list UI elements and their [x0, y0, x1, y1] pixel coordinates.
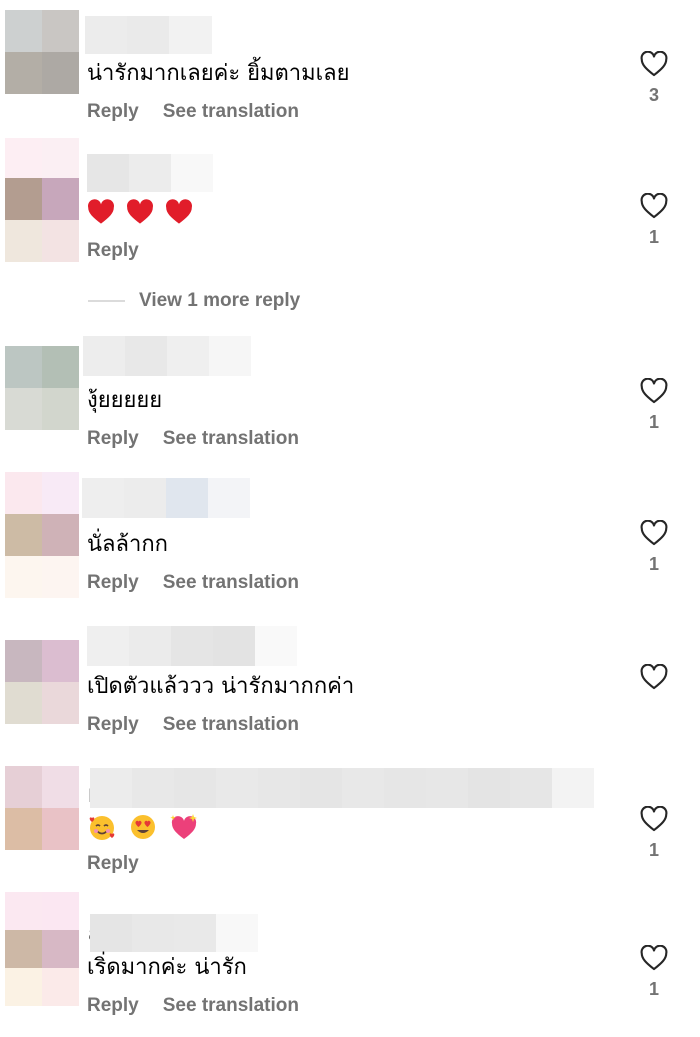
reply-button[interactable]: Reply	[87, 240, 139, 262]
heart-outline-icon[interactable]	[640, 806, 668, 832]
comment-emojis	[87, 812, 203, 842]
comment-actions: Reply	[87, 240, 139, 262]
avatar[interactable]	[5, 10, 79, 94]
heart-eyes-emoji	[131, 815, 155, 839]
reply-button[interactable]: Reply	[87, 853, 139, 875]
like-count: 1	[648, 979, 659, 999]
see-translation-button[interactable]: See translation	[163, 428, 299, 450]
comment-actions: Reply See translation	[87, 995, 299, 1017]
heart-emoji	[166, 199, 192, 224]
avatar[interactable]	[5, 766, 79, 850]
avatar[interactable]	[5, 640, 79, 724]
like-control: 1	[638, 945, 670, 1000]
avatar[interactable]	[5, 138, 79, 262]
avatar[interactable]	[5, 472, 79, 598]
username-blurred[interactable]	[85, 16, 212, 54]
heart-emoji	[127, 199, 153, 224]
see-translation-button[interactable]: See translation	[163, 101, 299, 123]
comment-actions: Reply See translation	[87, 572, 299, 594]
comment-actions: Reply See translation	[87, 101, 299, 123]
heart-emoji	[88, 199, 114, 224]
avatar[interactable]	[5, 892, 79, 1006]
like-count: 1	[648, 554, 659, 574]
comment-actions: Reply See translation	[87, 428, 299, 450]
comment-actions: Reply	[87, 853, 139, 875]
heart-outline-icon[interactable]	[640, 193, 668, 219]
heart-outline-icon[interactable]	[640, 378, 668, 404]
view-more-replies-label: View 1 more reply	[139, 290, 301, 311]
see-translation-button[interactable]: See translation	[163, 572, 299, 594]
comment-emojis	[87, 199, 197, 225]
comment-text: นั่ลล้ากก	[87, 532, 168, 557]
reply-button[interactable]: Reply	[87, 714, 139, 736]
like-control: 1	[638, 378, 670, 433]
username-blurred[interactable]	[82, 478, 250, 518]
username-blurred[interactable]	[83, 336, 251, 376]
heart-outline-icon[interactable]	[640, 945, 668, 971]
username-blurred[interactable]	[90, 768, 594, 808]
comment-actions: Reply See translation	[87, 714, 299, 736]
divider-line	[88, 299, 125, 302]
comment-text: เริ่ดมากค่ะ น่ารัก	[87, 955, 247, 980]
username-blurred[interactable]	[87, 626, 297, 666]
like-control: 1	[638, 520, 670, 575]
heart-outline-icon[interactable]	[640, 51, 668, 77]
username-blurred[interactable]	[87, 154, 213, 192]
like-control: 1	[638, 193, 670, 248]
like-control: 1	[638, 806, 670, 861]
smiling-face-with-hearts-emoji	[89, 816, 115, 840]
reply-button[interactable]: Reply	[87, 572, 139, 594]
reply-button[interactable]: Reply	[87, 101, 139, 123]
heart-outline-icon[interactable]	[640, 520, 668, 546]
like-count: 3	[648, 85, 659, 105]
comment-text: น่ารักมากเลยค่ะ ยิ้มตามเลย	[87, 61, 350, 86]
like-count: 1	[648, 227, 659, 247]
see-translation-button[interactable]: See translation	[163, 714, 299, 736]
comment-text: งุ้ยยยยย	[87, 388, 163, 413]
heart-outline-icon[interactable]	[640, 664, 668, 690]
reply-button[interactable]: Reply	[87, 995, 139, 1017]
username-blurred[interactable]	[90, 914, 258, 952]
see-translation-button[interactable]: See translation	[163, 995, 299, 1017]
like-control	[638, 664, 670, 698]
view-more-replies-button[interactable]: View 1 more reply	[88, 290, 300, 312]
like-control: 3	[638, 51, 670, 106]
comment-text: เปิดตัวแล้ววว น่ารักมากกค่า	[87, 674, 355, 699]
like-count: 1	[648, 840, 659, 860]
sparkling-heart-emoji	[170, 814, 197, 839]
avatar[interactable]	[5, 346, 79, 430]
like-count: 1	[648, 412, 659, 432]
reply-button[interactable]: Reply	[87, 428, 139, 450]
